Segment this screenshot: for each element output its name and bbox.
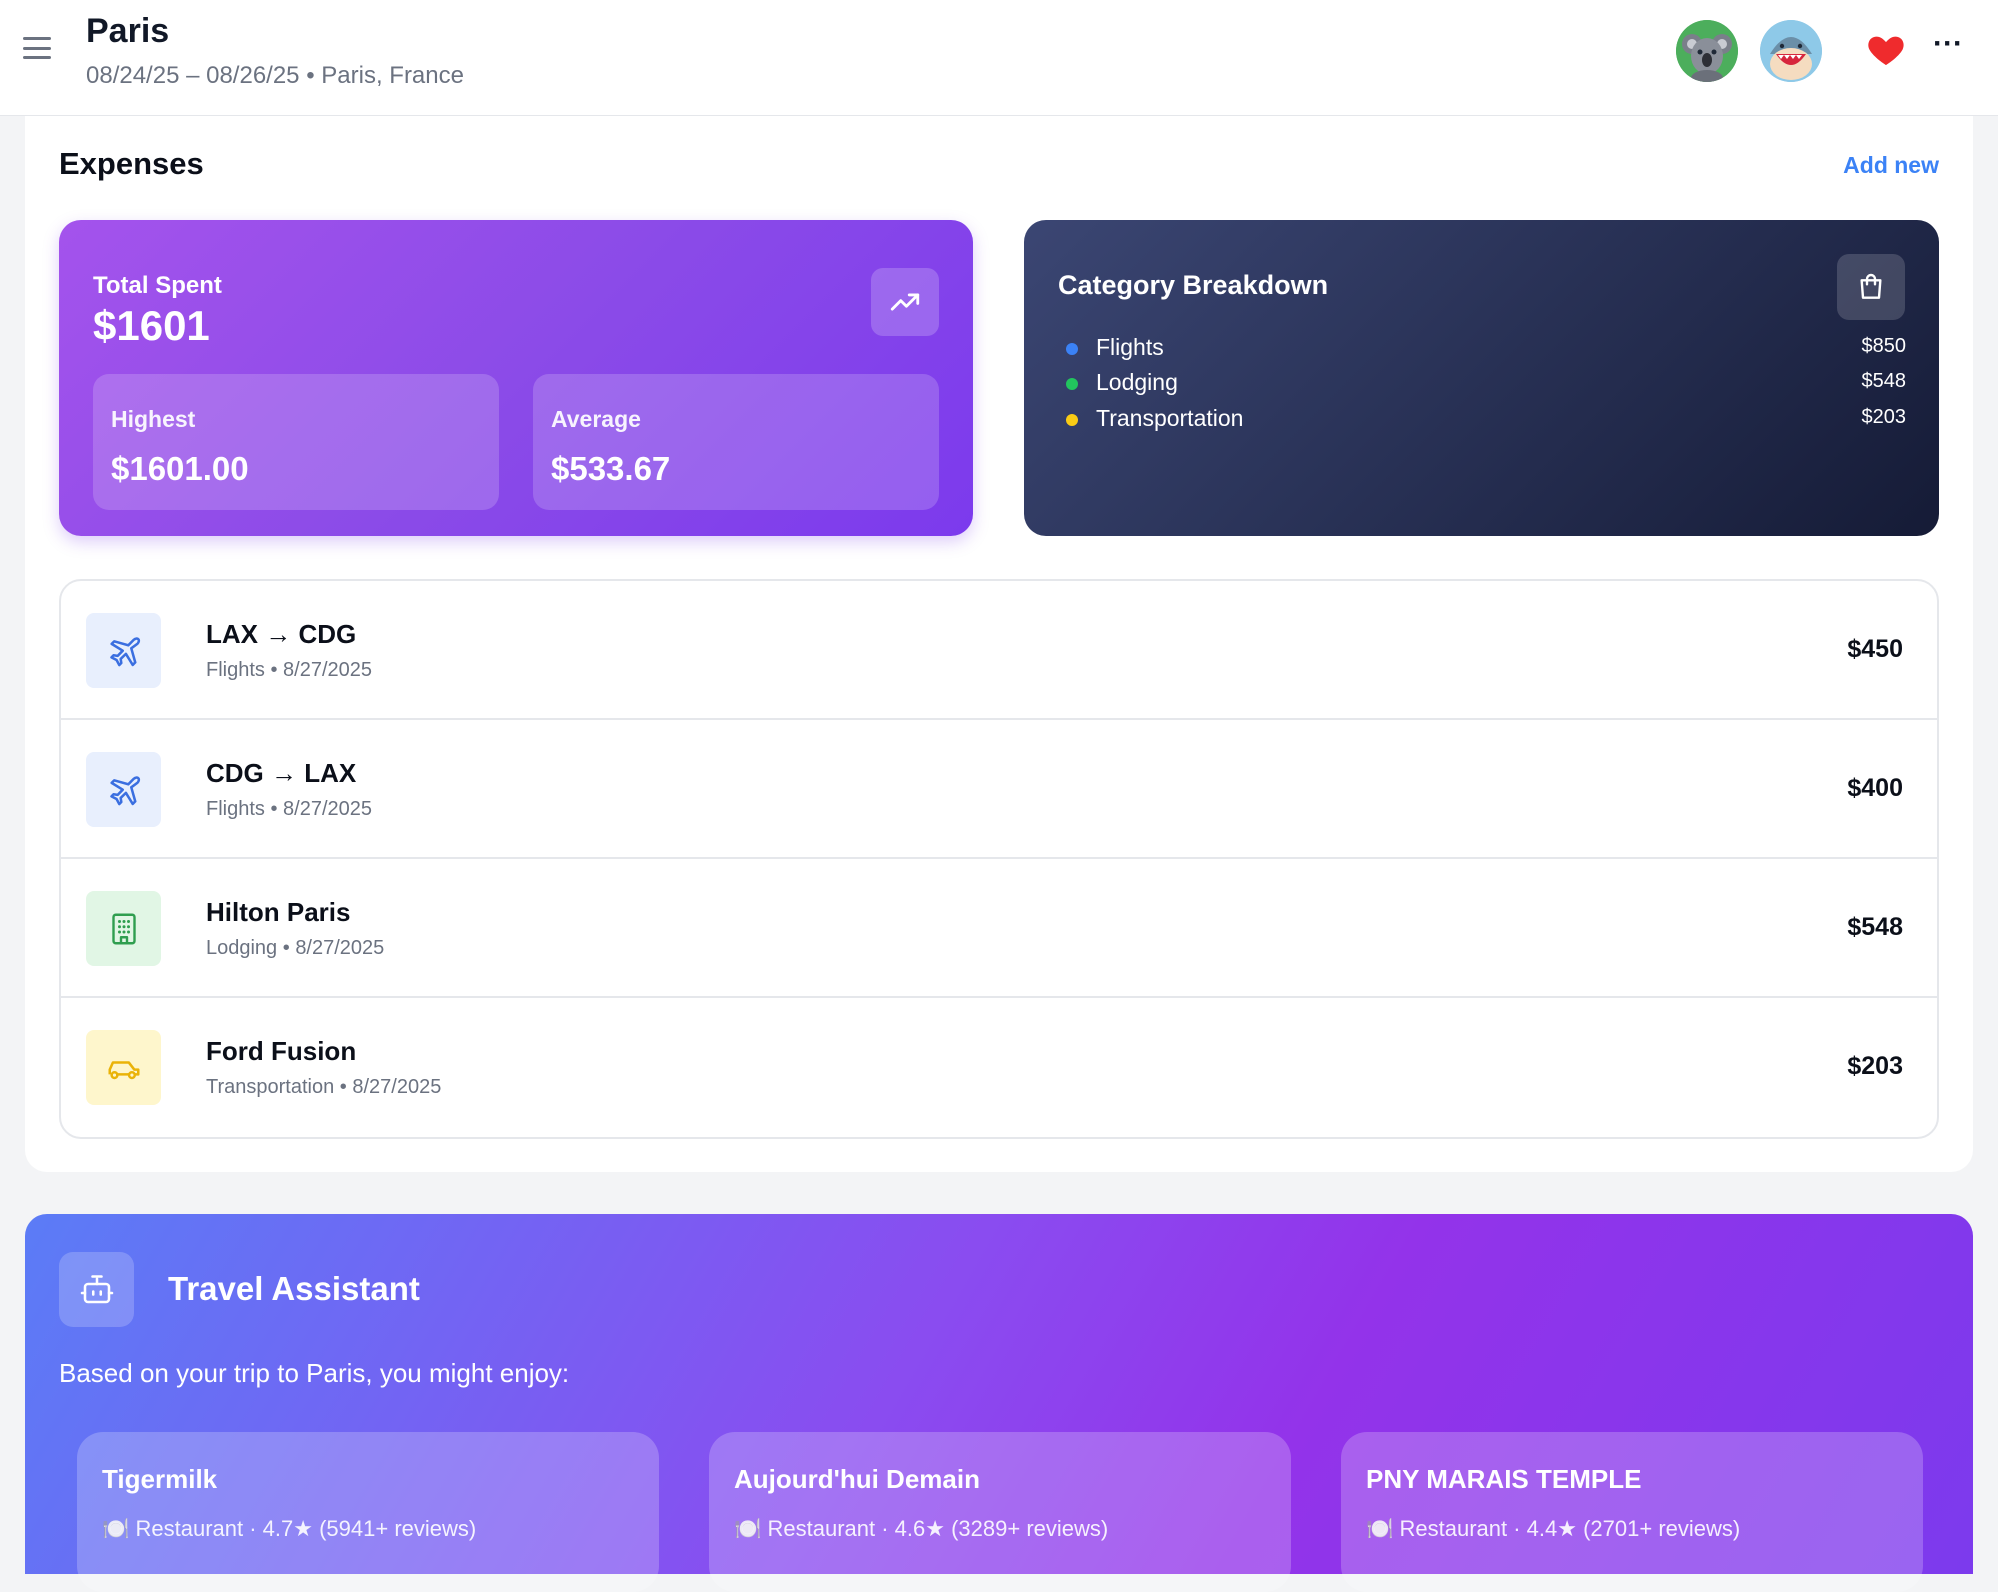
expense-row[interactable]: Ford Fusion Transportation • 8/27/2025 $… (61, 998, 1937, 1137)
highest-label: Highest (111, 406, 196, 432)
travel-assistant-section: Travel Assistant Based on your trip to P… (25, 1214, 1973, 1592)
average-value: $533.67 (551, 450, 671, 487)
category-name: Transportation (1096, 405, 1244, 431)
recommendation-name: Tigermilk (102, 1464, 218, 1494)
total-spent-label: Total Spent (93, 272, 222, 299)
category-amount: $850 (1861, 335, 1907, 357)
section-title-expenses: Expenses (59, 146, 204, 181)
category-name: Lodging (1096, 369, 1178, 395)
recommendation-card[interactable]: PNY MARAIS TEMPLE 🍽️ Restaurant · 4.4★ (… (1341, 1432, 1923, 1592)
recommendation-card[interactable]: Tigermilk 🍽️ Restaurant · 4.7★ (5941+ re… (77, 1432, 659, 1592)
expenses-section: Expenses Add new Total Spent $1601 Highe… (25, 116, 1973, 1172)
average-stat: Average $533.67 (533, 374, 939, 510)
shopping-bag-icon[interactable] (1837, 254, 1905, 320)
trending-up-icon[interactable] (871, 268, 939, 336)
expense-row[interactable]: CDG → LAX Flights • 8/27/2025 $400 (61, 720, 1937, 859)
recommendation-meta: 🍽️ Restaurant · 4.4★ (2701+ reviews) (1366, 1516, 1741, 1541)
airplane-icon (86, 752, 161, 827)
expense-title: Hilton Paris (206, 897, 351, 927)
expense-title: Ford Fusion (206, 1036, 357, 1066)
expense-title: CDG → LAX (206, 758, 357, 788)
average-label: Average (551, 406, 641, 432)
airplane-icon (86, 613, 161, 688)
expense-list: LAX → CDG Flights • 8/27/2025 $450 CDG →… (59, 579, 1939, 1139)
category-dot (1066, 378, 1078, 390)
expense-meta: Flights • 8/27/2025 (206, 798, 373, 820)
total-spent-value: $1601 (93, 302, 210, 349)
expense-amount: $450 (1847, 635, 1903, 663)
robot-icon (59, 1252, 134, 1327)
category-row-flights: Flights $850 (1066, 332, 1906, 364)
category-row-transportation: Transportation $203 (1066, 403, 1906, 435)
category-name: Flights (1096, 334, 1164, 360)
expense-meta: Flights • 8/27/2025 (206, 659, 373, 681)
koala-avatar[interactable] (1676, 20, 1738, 82)
expense-title: LAX → CDG (206, 619, 357, 649)
category-amount: $203 (1861, 406, 1907, 428)
add-new-button[interactable]: Add new (1843, 152, 1939, 179)
recommendation-name: Aujourd'hui Demain (734, 1464, 980, 1494)
page-title: Paris (86, 12, 170, 50)
expense-amount: $548 (1847, 913, 1903, 941)
recommendation-name: PNY MARAIS TEMPLE (1366, 1464, 1642, 1494)
expense-amount: $203 (1847, 1052, 1903, 1080)
category-row-lodging: Lodging $548 (1066, 367, 1906, 399)
category-breakdown-card: Category Breakdown Flights $850 Lodging … (1024, 220, 1939, 536)
more-options-button[interactable]: ··· (1928, 26, 1968, 66)
top-bar: Paris 08/24/25 – 08/26/25 • Paris, Franc… (0, 0, 1998, 116)
building-icon (86, 891, 161, 966)
category-breakdown-title: Category Breakdown (1058, 270, 1329, 300)
hamburger-icon[interactable] (22, 34, 52, 62)
shark-avatar[interactable] (1760, 20, 1822, 82)
expense-meta: Transportation • 8/27/2025 (206, 1076, 442, 1098)
travel-assistant-title: Travel Assistant (168, 1270, 420, 1307)
expense-meta: Lodging • 8/27/2025 (206, 937, 385, 959)
recommendation-card[interactable]: Aujourd'hui Demain 🍽️ Restaurant · 4.6★ … (709, 1432, 1291, 1592)
recommendation-meta: 🍽️ Restaurant · 4.7★ (5941+ reviews) (102, 1516, 477, 1541)
trip-dates-location: 08/24/25 – 08/26/25 • Paris, France (86, 62, 464, 89)
car-icon (86, 1030, 161, 1105)
total-spent-card: Total Spent $1601 Highest $1601.00 Avera… (59, 220, 973, 536)
category-amount: $548 (1861, 370, 1907, 392)
category-dot (1066, 343, 1078, 355)
expense-row[interactable]: LAX → CDG Flights • 8/27/2025 $450 (61, 581, 1937, 720)
expense-amount: $400 (1847, 774, 1903, 802)
highest-value: $1601.00 (111, 450, 249, 487)
recommendation-meta: 🍽️ Restaurant · 4.6★ (3289+ reviews) (734, 1516, 1109, 1541)
expense-row[interactable]: Hilton Paris Lodging • 8/27/2025 $548 (61, 859, 1937, 998)
heart-icon[interactable] (1866, 30, 1906, 70)
category-dot (1066, 414, 1078, 426)
highest-stat: Highest $1601.00 (93, 374, 499, 510)
travel-assistant-intro: Based on your trip to Paris, you might e… (59, 1358, 570, 1388)
